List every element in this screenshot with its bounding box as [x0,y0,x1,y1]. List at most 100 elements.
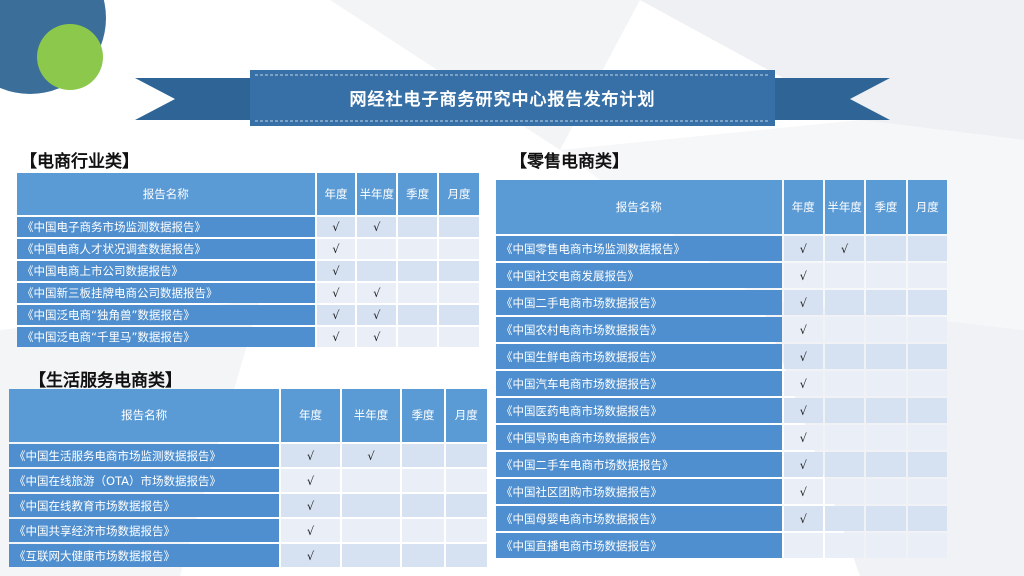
month-mark [439,261,479,281]
month-mark [445,469,487,492]
table-row: 《中国二手电商市场数据报告》 √ [496,290,947,315]
half-year-mark [824,425,865,450]
report-name: 《中国生鲜电商市场数据报告》 [496,344,782,369]
quarter-mark [866,425,906,450]
report-name: 《中国泛电商“独角兽”数据报告》 [17,305,315,325]
report-name: 《中国泛电商“千里马”数据报告》 [17,327,315,347]
table-row: 《中国社区团购市场数据报告》 √ [496,479,947,504]
half-year-mark [824,371,865,396]
header-month: 月度 [445,389,487,442]
quarter-mark [398,217,438,237]
header-quarter: 季度 [398,173,438,215]
report-name: 《中国生活服务电商市场监测数据报告》 [9,444,280,467]
annual-mark: √ [316,217,356,237]
section-title-retail: 【零售电商类】 [510,152,629,172]
half-year-mark [341,494,401,517]
month-mark [439,283,479,303]
report-name: 《中国直播电商市场数据报告》 [496,533,782,558]
green-circle [37,24,103,90]
report-name: 《中国共享经济市场数据报告》 [9,519,280,542]
header-half-year: 半年度 [357,173,397,215]
half-year-mark: √ [357,217,397,237]
table-row: 《中国电商人才状况调查数据报告》 √ [17,239,479,259]
table-retail: 报告名称 年度 半年度 季度 月度 《中国零售电商市场监测数据报告》 √ √ 《… [494,178,949,560]
quarter-mark [866,452,906,477]
half-year-mark: √ [824,236,865,261]
half-year-mark [357,261,397,281]
section-title-industry: 【电商行业类】 [20,152,139,172]
annual-mark: √ [783,452,823,477]
quarter-mark [866,344,906,369]
report-name: 《中国二手车电商市场数据报告》 [496,452,782,477]
table-row: 《互联网大健康市场数据报告》 √ [9,544,487,567]
quarter-mark [402,469,444,492]
annual-mark: √ [316,327,356,347]
annual-mark: √ [316,239,356,259]
table-row: 《中国社交电商发展报告》 √ [496,263,947,288]
half-year-mark [824,479,865,504]
report-name: 《中国农村电商市场数据报告》 [496,317,782,342]
month-mark [907,236,947,261]
report-name: 《中国在线教育市场数据报告》 [9,494,280,517]
quarter-mark [866,533,906,558]
report-name: 《中国社区团购市场数据报告》 [496,479,782,504]
month-mark [907,452,947,477]
header-annual: 年度 [783,180,823,234]
month-mark [907,425,947,450]
half-year-mark [341,544,401,567]
table-row: 《中国泛电商“独角兽”数据报告》 √ √ [17,305,479,325]
page-title: 网经社电子商务研究中心报告发布计划 [349,89,656,110]
header-half-year: 半年度 [341,389,401,442]
header-month: 月度 [907,180,947,234]
half-year-mark: √ [341,444,401,467]
report-name: 《中国二手电商市场数据报告》 [496,290,782,315]
annual-mark: √ [783,425,823,450]
table-life-services: 报告名称 年度 半年度 季度 月度 《中国生活服务电商市场监测数据报告》 √ √… [7,387,489,569]
month-mark [445,519,487,542]
table-row: 《中国生活服务电商市场监测数据报告》 √ √ [9,444,487,467]
month-mark [907,263,947,288]
quarter-mark [402,494,444,517]
quarter-mark [398,305,438,325]
report-name: 《中国导购电商市场数据报告》 [496,425,782,450]
annual-mark: √ [281,444,340,467]
half-year-mark [824,533,865,558]
annual-mark: √ [316,305,356,325]
annual-mark: √ [783,290,823,315]
annual-mark: √ [783,263,823,288]
report-name: 《中国在线旅游（OTA）市场数据报告》 [9,469,280,492]
report-name: 《中国电商人才状况调查数据报告》 [17,239,315,259]
header-report-name: 报告名称 [496,180,782,234]
annual-mark: √ [783,317,823,342]
half-year-mark [824,290,865,315]
header-month: 月度 [439,173,479,215]
annual-mark: √ [281,544,340,567]
report-name: 《中国电子商务市场监测数据报告》 [17,217,315,237]
half-year-mark [341,469,401,492]
annual-mark: √ [783,371,823,396]
table-row: 《中国农村电商市场数据报告》 √ [496,317,947,342]
quarter-mark [866,236,906,261]
annual-mark: √ [281,469,340,492]
header-annual: 年度 [316,173,356,215]
table-row: 《中国汽车电商市场数据报告》 √ [496,371,947,396]
quarter-mark [866,398,906,423]
report-name: 《互联网大健康市场数据报告》 [9,544,280,567]
annual-mark [783,533,823,558]
quarter-mark [866,479,906,504]
report-name: 《中国医药电商市场数据报告》 [496,398,782,423]
half-year-mark: √ [357,283,397,303]
annual-mark: √ [316,261,356,281]
report-name: 《中国社交电商发展报告》 [496,263,782,288]
quarter-mark [398,261,438,281]
header-half-year: 半年度 [824,180,865,234]
half-year-mark: √ [357,327,397,347]
table-row: 《中国电商上市公司数据报告》 √ [17,261,479,281]
annual-mark: √ [783,506,823,531]
table-row: 《中国共享经济市场数据报告》 √ [9,519,487,542]
table-row: 《中国直播电商市场数据报告》 [496,533,947,558]
half-year-mark: √ [357,305,397,325]
annual-mark: √ [783,344,823,369]
annual-mark: √ [783,479,823,504]
month-mark [445,494,487,517]
